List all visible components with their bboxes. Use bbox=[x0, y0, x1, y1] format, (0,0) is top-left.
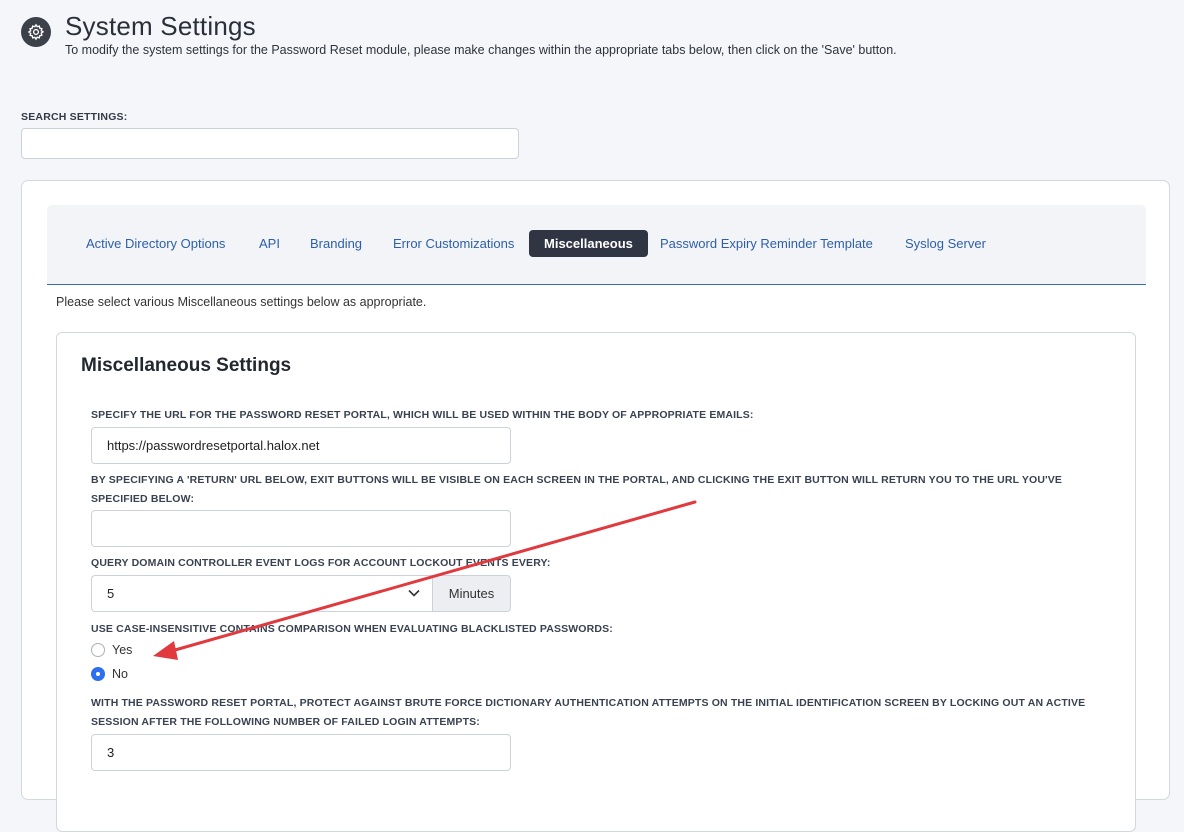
tab-intro-text: Please select various Miscellaneous sett… bbox=[56, 295, 427, 309]
query-interval-unit: Minutes bbox=[432, 575, 511, 612]
radio-no[interactable] bbox=[91, 667, 105, 681]
page-title: System Settings bbox=[65, 11, 256, 41]
tab-active-directory-options[interactable]: Active Directory Options bbox=[86, 230, 225, 257]
miscellaneous-settings-panel: Miscellaneous Settings SPECIFY THE URL F… bbox=[56, 332, 1136, 832]
search-settings-input[interactable] bbox=[21, 128, 519, 159]
portal-url-input[interactable] bbox=[91, 427, 511, 464]
return-url-input[interactable] bbox=[91, 510, 511, 547]
failed-attempts-input[interactable] bbox=[91, 734, 511, 771]
settings-tabs: Active Directory Options API Branding Er… bbox=[47, 205, 1146, 285]
section-title: Miscellaneous Settings bbox=[81, 355, 292, 376]
search-settings-label: SEARCH SETTINGS: bbox=[21, 111, 128, 123]
case-insensitive-label: USE CASE-INSENSITIVE CONTAINS COMPARISON… bbox=[91, 623, 613, 635]
tab-miscellaneous[interactable]: Miscellaneous bbox=[529, 230, 648, 257]
gear-icon bbox=[21, 17, 51, 47]
tab-password-expiry-reminder-template[interactable]: Password Expiry Reminder Template bbox=[660, 230, 873, 257]
brute-force-label: WITH THE PASSWORD RESET PORTAL, PROTECT … bbox=[91, 697, 1086, 728]
tab-syslog-server[interactable]: Syslog Server bbox=[905, 230, 986, 257]
query-interval-value: 5 bbox=[107, 586, 115, 601]
radio-yes-label: Yes bbox=[112, 643, 133, 657]
chevron-down-icon bbox=[408, 589, 420, 597]
portal-url-label: SPECIFY THE URL FOR THE PASSWORD RESET P… bbox=[91, 409, 754, 421]
radio-no-label: No bbox=[112, 667, 128, 681]
radio-option-yes[interactable]: Yes bbox=[91, 641, 132, 659]
return-url-label: BY SPECIFYING A 'RETURN' URL BELOW, EXIT… bbox=[91, 474, 1063, 505]
query-interval-select[interactable]: 5 bbox=[91, 575, 432, 612]
radio-yes[interactable] bbox=[91, 643, 105, 657]
tab-branding[interactable]: Branding bbox=[310, 230, 362, 257]
tab-error-customizations[interactable]: Error Customizations bbox=[393, 230, 514, 257]
settings-card: Active Directory Options API Branding Er… bbox=[21, 180, 1170, 832]
page-subtitle: To modify the system settings for the Pa… bbox=[65, 43, 897, 57]
tab-api[interactable]: API bbox=[259, 230, 280, 257]
query-interval-label: QUERY DOMAIN CONTROLLER EVENT LOGS FOR A… bbox=[91, 557, 551, 569]
radio-option-no[interactable]: No bbox=[91, 665, 128, 683]
